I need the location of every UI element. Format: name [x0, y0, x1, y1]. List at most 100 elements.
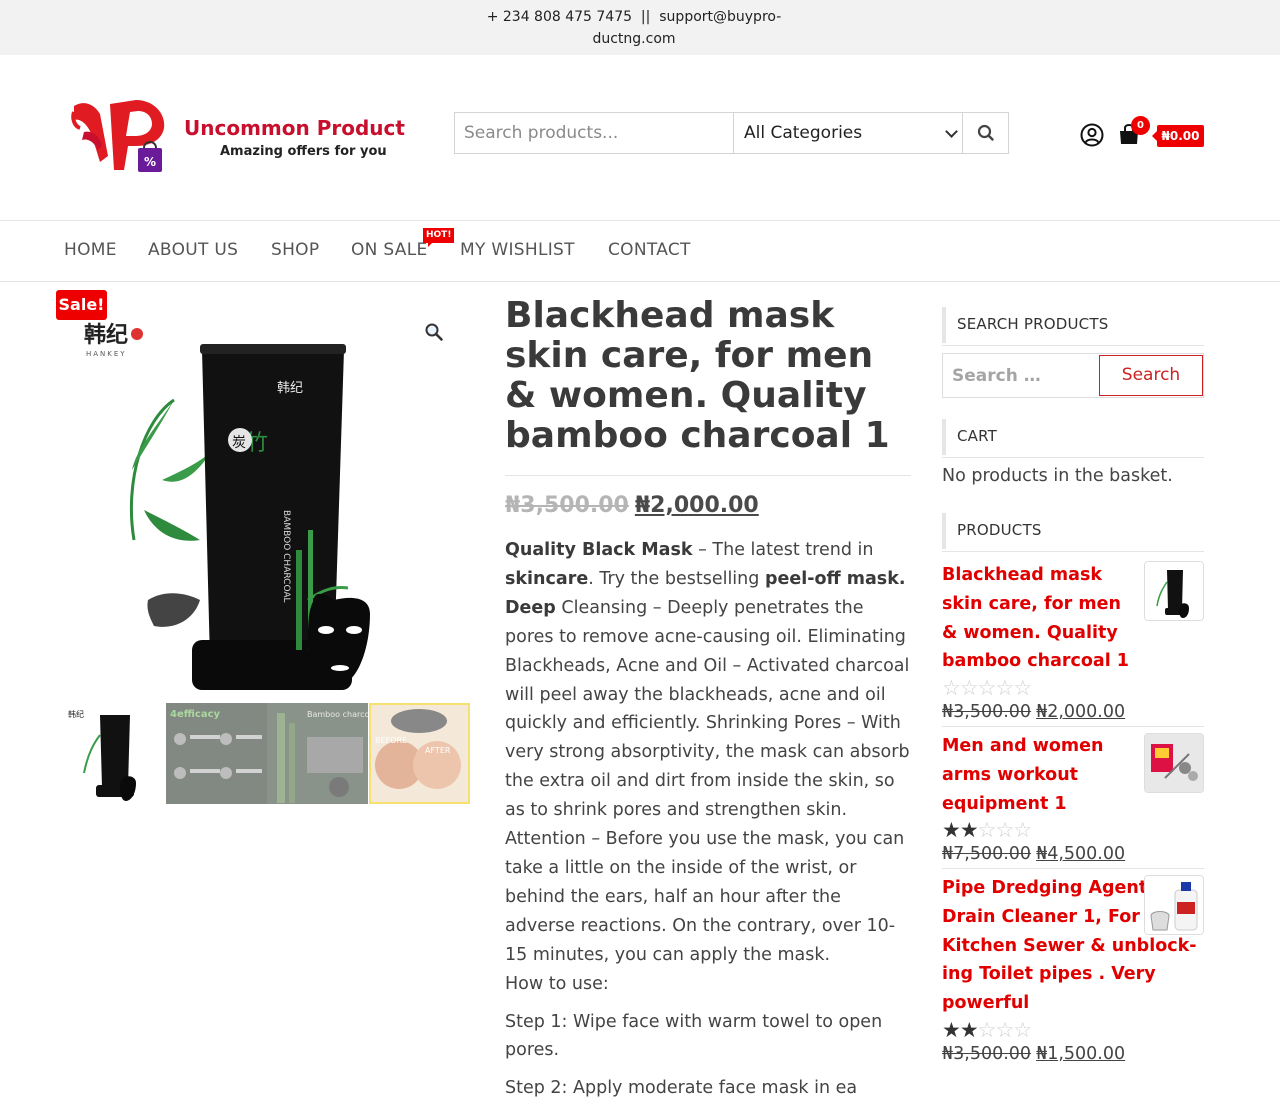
star-icon: ★	[942, 1017, 961, 1042]
site-logo[interactable]: % Uncommon Product Amazing offers for yo…	[70, 96, 410, 178]
mask-product-image	[1145, 562, 1203, 620]
svg-text:%: %	[144, 155, 156, 169]
old-price: ₦3,500.00	[942, 1043, 1032, 1064]
product-main-image[interactable]: 韩纪 HANKEY 韩纪 竹 炭 BAMBOO CHARCOAL	[64, 300, 470, 700]
old-price: ₦7,500.00	[942, 844, 1032, 865]
old-price: ₦3,500.00	[505, 493, 629, 518]
desc-text-3: Cleansing – Deeply penetrates the pores …	[505, 597, 910, 965]
account-button[interactable]	[1080, 123, 1104, 147]
sale-badge: Sale!	[56, 290, 107, 320]
divider	[505, 475, 911, 476]
product-photo: 韩纪 HANKEY 韩纪 竹 炭 BAMBOO CHARCOAL	[64, 300, 470, 700]
search-button[interactable]	[963, 113, 1009, 153]
svg-text:BAMBOO CHARCOAL: BAMBOO CHARCOAL	[281, 510, 291, 603]
product-title: Blackhead mask skin care, for men & wome…	[505, 295, 890, 456]
desc-bold-1: Quality Black Mask	[505, 540, 693, 560]
sale-price: ₦2,000.00	[634, 493, 759, 518]
image-zoom-button[interactable]	[424, 322, 444, 342]
contact-line-1: + 234 808 475 7475 || support@buypro-	[486, 9, 782, 25]
sale-price: ₦1,500.00	[1036, 1043, 1126, 1064]
desc-text-2: . Try the bestselling	[588, 568, 765, 589]
nav-item-home[interactable]: HOME	[64, 240, 117, 260]
svg-text:韩纪: 韩纪	[68, 709, 84, 719]
sale-price: ₦2,000.00	[1036, 702, 1126, 723]
svg-text:韩纪: 韩纪	[84, 322, 128, 348]
svg-text:炭: 炭	[232, 435, 246, 451]
category-select[interactable]: All Categories	[735, 113, 963, 153]
product-price: ₦3,500.00 ₦2,000.00	[505, 493, 759, 518]
gallery-thumb-4[interactable]: BEFORE AFTER	[369, 703, 470, 804]
step-1: Step 1: Wipe face with warm towel to ope…	[505, 1011, 883, 1061]
thumb-overlay	[267, 703, 368, 804]
svg-text:HANKEY: HANKEY	[86, 350, 127, 358]
user-icon	[1080, 123, 1104, 147]
star-icon: ☆	[977, 818, 997, 843]
desc-text-1: – The latest trend in	[692, 540, 874, 560]
star-icon: ☆	[995, 818, 1014, 843]
nav-item-my-wishlist[interactable]: MY WISHLIST	[460, 240, 575, 260]
list-item: Pipe Dredging Agent, Sink Drain Cleaner …	[942, 868, 1204, 1066]
svg-text:BEFORE: BEFORE	[375, 736, 407, 745]
cart-widget-title: CART	[942, 419, 1204, 458]
star-icon: ☆	[1013, 676, 1032, 701]
product-link[interactable]: Men and women arms workout equipment 1	[942, 732, 1142, 818]
star-icon: ☆	[977, 676, 997, 701]
sidebar-search-button[interactable]: Search	[1099, 355, 1203, 396]
nav-item-shop[interactable]: SHOP	[271, 240, 319, 260]
product-description: Quality Black Mask – The latest trend in…	[505, 536, 915, 1112]
how-to-use-heading: How to use:	[505, 973, 609, 994]
star-icon: ★	[959, 818, 979, 843]
product-thumbnail[interactable]	[1144, 561, 1204, 621]
chevron-down-icon	[945, 125, 958, 138]
old-price: ₦3,500.00	[942, 702, 1032, 723]
sale-price: ₦4,500.00	[1036, 844, 1126, 865]
thumb-overlay	[166, 703, 267, 804]
cart-count-badge: 0	[1131, 116, 1150, 135]
search-products-widget-title: SEARCH PRODUCTS	[942, 307, 1204, 346]
desc-bold-2: skincare	[505, 568, 589, 589]
contact-info: + 234 808 475 7475 || support@buypro- du…	[480, 6, 788, 50]
thumb-before-after-image: BEFORE AFTER	[371, 705, 468, 802]
star-icon: ☆	[959, 676, 979, 701]
logo-tagline: Amazing offers for you	[220, 144, 387, 159]
list-item: Men and women arms workout equipment 1 ★…	[942, 726, 1204, 866]
star-icon: ☆	[995, 1017, 1014, 1042]
product-thumbnail[interactable]	[1144, 875, 1204, 935]
product-price: ₦3,500.00 ₦2,000.00	[942, 700, 1204, 724]
product-link[interactable]: Blackhead mask skin care, for men & wome…	[942, 561, 1142, 676]
star-icon: ★	[942, 818, 961, 843]
product-price: ₦7,500.00 ₦4,500.00	[942, 842, 1204, 866]
description-paragraph: Quality Black Mask – The latest trend in…	[505, 536, 915, 970]
product-thumbnail[interactable]	[1144, 733, 1204, 793]
magnifier-icon	[425, 323, 443, 341]
workout-product-image	[1145, 734, 1203, 792]
thumb-product-image: 韩纪	[64, 703, 165, 804]
star-icon: ☆	[977, 1017, 997, 1042]
category-selected-value: All Categories	[744, 123, 863, 143]
cart-total-badge[interactable]: ₦0.00	[1152, 125, 1204, 147]
svg-text:韩纪: 韩纪	[277, 381, 303, 396]
nav-item-contact[interactable]: CONTACT	[608, 240, 691, 260]
sidebar-search-input[interactable]	[943, 354, 1098, 397]
cart-empty-message: No products in the basket.	[942, 466, 1173, 486]
products-widget-title: PRODUCTS	[942, 513, 1204, 552]
rating-stars: ☆☆☆☆☆	[942, 676, 1204, 700]
product-price: ₦3,500.00 ₦1,500.00	[942, 1042, 1204, 1066]
hot-badge: HOT!	[423, 228, 455, 247]
product-search-input[interactable]	[455, 113, 734, 153]
star-icon: ★	[959, 1017, 979, 1042]
step-2: Step 2: Apply moderate face mask in ea	[505, 1078, 858, 1099]
rating-stars: ★★☆☆☆	[942, 1018, 1204, 1042]
nav-item-about-us[interactable]: ABOUT US	[148, 240, 238, 260]
list-item: Blackhead mask skin care, for men & wome…	[942, 561, 1204, 724]
gallery-thumb-1[interactable]: 韩纪	[64, 703, 165, 804]
star-icon: ☆	[1013, 1017, 1032, 1042]
gallery-thumb-3[interactable]: Bamboo charcoal	[267, 703, 368, 804]
nav-item-on-sale[interactable]: ON SALE	[351, 240, 428, 260]
logo-title: Uncommon Product	[184, 116, 405, 140]
gallery-thumb-2[interactable]: 4efficacy	[166, 703, 267, 804]
rating-stars: ★★☆☆☆	[942, 818, 1204, 842]
logo-mark-icon: %	[71, 100, 165, 172]
product-search-form: All Categories	[454, 112, 1009, 154]
main-navigation: HOME ABOUT US SHOP ON SALE HOT! MY WISHL…	[0, 220, 1280, 282]
